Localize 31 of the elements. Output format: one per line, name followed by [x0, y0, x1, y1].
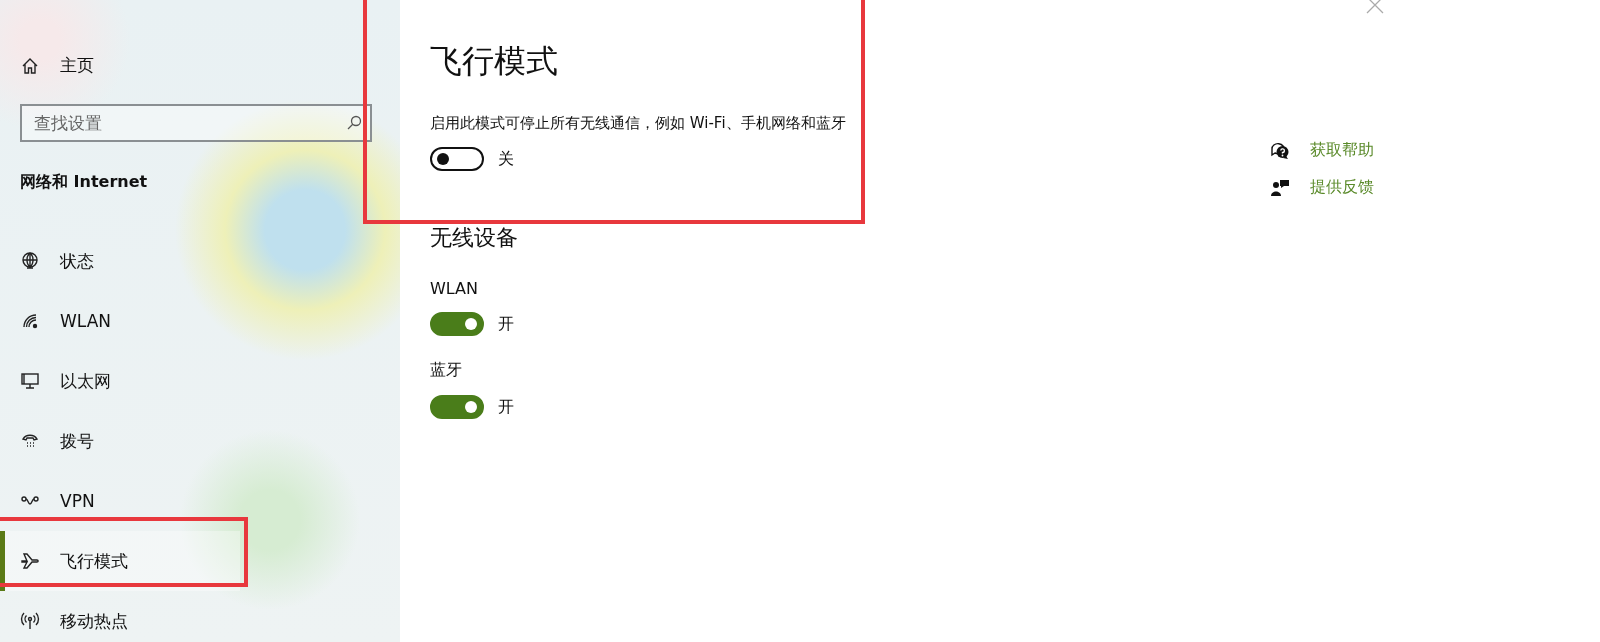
plane-icon [20, 551, 40, 571]
help-link[interactable]: 获取帮助 [1310, 140, 1374, 161]
toggle-state: 开 [498, 313, 514, 335]
section-title: 网络和 Internet [20, 172, 149, 193]
toggle-state: 关 [498, 148, 514, 170]
sidebar-item[interactable]: 状态 [0, 231, 240, 291]
toggle-switch[interactable] [430, 395, 484, 419]
description: 启用此模式可停止所有无线通信，例如 Wi-Fi、手机网络和蓝牙 [430, 114, 846, 133]
globe-icon [20, 251, 40, 271]
chat-question-icon [1270, 140, 1290, 161]
sidebar-item[interactable]: 飞行模式 [0, 531, 240, 591]
person-chat-icon [1270, 177, 1290, 198]
setting-label: 蓝牙 [430, 360, 462, 381]
section-title: 无线设备 [430, 224, 519, 252]
wifi-icon [20, 311, 40, 331]
sidebar-item[interactable]: 移动热点 [0, 591, 240, 642]
sidebar-item[interactable]: 以太网 [0, 351, 240, 411]
search-field[interactable]: 查找设置 [20, 104, 372, 142]
help-link[interactable]: 提供反馈 [1310, 177, 1374, 198]
ethernet-icon [20, 371, 40, 391]
page-title: 飞行模式 [430, 41, 559, 82]
toggle-state: 开 [498, 396, 514, 418]
hotspot-icon [20, 611, 40, 631]
toggle-switch[interactable] [430, 147, 484, 171]
sidebar-item[interactable]: WLAN [0, 291, 240, 351]
sidebar-item[interactable]: 拨号 [0, 411, 240, 471]
home-link[interactable]: 主页 [20, 54, 94, 77]
setting-label: WLAN [430, 279, 478, 298]
sidebar-item[interactable]: VPN [0, 471, 240, 531]
toggle-switch[interactable] [430, 312, 484, 336]
search-icon [346, 115, 362, 131]
